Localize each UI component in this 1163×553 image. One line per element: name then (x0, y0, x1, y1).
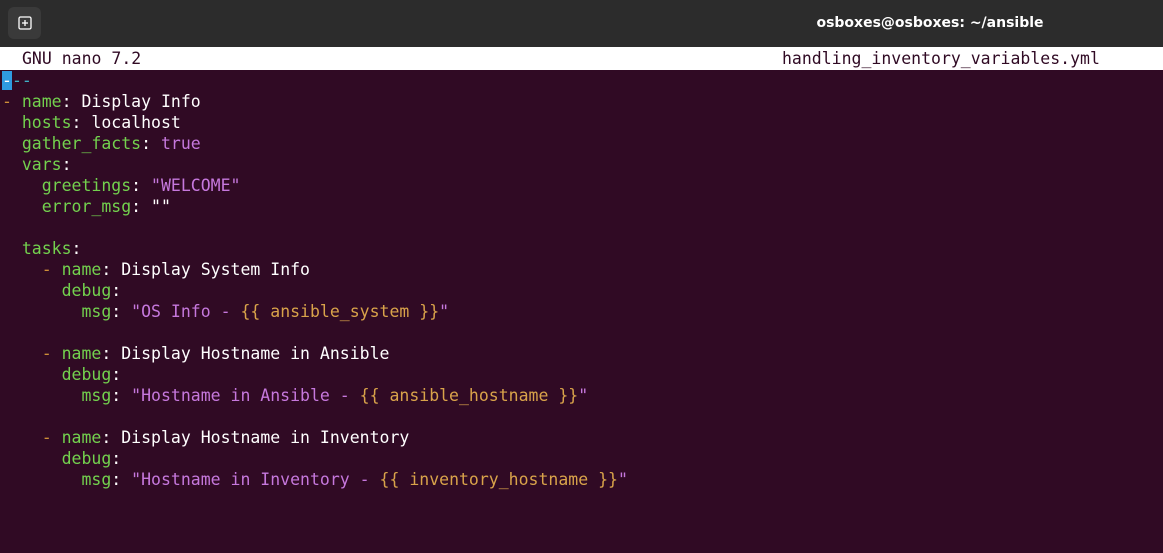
yaml-key: name (21, 92, 62, 111)
code-line-7: error_msg: "" (41, 197, 171, 216)
nano-filename: handling_inventory_variables.yml (782, 49, 1100, 68)
terminal-window: osboxes@osboxes: ~/ansible GNU nano 7.2 … (0, 0, 1163, 553)
yaml-string: "WELCOME" (151, 176, 241, 195)
yaml-value: true (160, 134, 201, 153)
yaml-value: Display Hostname in Inventory (121, 428, 410, 447)
yaml-key: name (61, 344, 102, 363)
code-line-6: greetings: "WELCOME" (41, 176, 241, 195)
text-cursor: - (2, 71, 12, 90)
yaml-key: name (61, 260, 102, 279)
yaml-string: " (439, 302, 450, 321)
code-line-5: vars: (21, 155, 72, 174)
yaml-value: Display System Info (121, 260, 310, 279)
yaml-string: " (578, 386, 589, 405)
code-line-20: msg: "Hostname in Inventory - {{ invento… (81, 470, 628, 489)
yaml-key: greetings (41, 176, 132, 195)
yaml-string: "OS Info - (131, 302, 241, 321)
code-line-19: debug: (61, 449, 122, 468)
code-line-14: - name: Display Hostname in Ansible (41, 344, 390, 363)
yaml-key: name (61, 428, 102, 447)
yaml-key: debug (61, 281, 112, 300)
yaml-key: tasks (21, 239, 72, 258)
code-line-9: tasks: (21, 239, 82, 258)
yaml-key: vars (21, 155, 62, 174)
yaml-string: "Hostname in Inventory - (131, 470, 380, 489)
new-tab-icon (17, 15, 33, 31)
yaml-key: error_msg (41, 197, 132, 216)
jinja-expression: {{ ansible_system }} (240, 302, 440, 321)
jinja-expression: {{ inventory_hostname }} (379, 470, 618, 489)
editor-area[interactable]: --- - name: Display Info hosts: localhos… (2, 70, 1162, 490)
yaml-key: hosts (21, 113, 72, 132)
list-dash: - (41, 344, 52, 363)
title-bar: osboxes@osboxes: ~/ansible (0, 0, 1163, 47)
yaml-key: debug (61, 449, 112, 468)
doc-separator: -- (11, 71, 32, 90)
nano-version: GNU nano 7.2 (22, 49, 142, 68)
nano-header-bar: GNU nano 7.2 handling_inventory_variable… (0, 47, 1163, 70)
code-line-11: debug: (61, 281, 122, 300)
code-line-2: - name: Display Info (2, 92, 201, 111)
new-tab-button[interactable] (8, 7, 41, 39)
yaml-key: msg (81, 386, 112, 405)
yaml-value: Display Info (81, 92, 201, 111)
code-line-16: msg: "Hostname in Ansible - {{ ansible_h… (81, 386, 589, 405)
yaml-key: gather_facts (21, 134, 142, 153)
list-dash: - (41, 428, 52, 447)
code-line-3: hosts: localhost (21, 113, 181, 132)
code-line-10: - name: Display System Info (41, 260, 310, 279)
yaml-key: debug (61, 365, 112, 384)
code-line-1: --- (2, 70, 1162, 91)
yaml-key: msg (81, 302, 112, 321)
yaml-value: localhost (91, 113, 181, 132)
code-line-4: gather_facts: true (21, 134, 201, 153)
code-line-18: - name: Display Hostname in Inventory (41, 428, 410, 447)
window-title: osboxes@osboxes: ~/ansible (816, 15, 1044, 31)
jinja-expression: {{ ansible_hostname }} (359, 386, 579, 405)
code-line-12: msg: "OS Info - {{ ansible_system }}" (81, 302, 450, 321)
list-dash: - (2, 92, 12, 111)
list-dash: - (41, 260, 52, 279)
yaml-string: "Hostname in Ansible - (131, 386, 360, 405)
yaml-string: " (617, 470, 628, 489)
yaml-key: msg (81, 470, 112, 489)
code-line-15: debug: (61, 365, 122, 384)
yaml-value: Display Hostname in Ansible (121, 344, 390, 363)
yaml-string: "" (151, 197, 171, 216)
